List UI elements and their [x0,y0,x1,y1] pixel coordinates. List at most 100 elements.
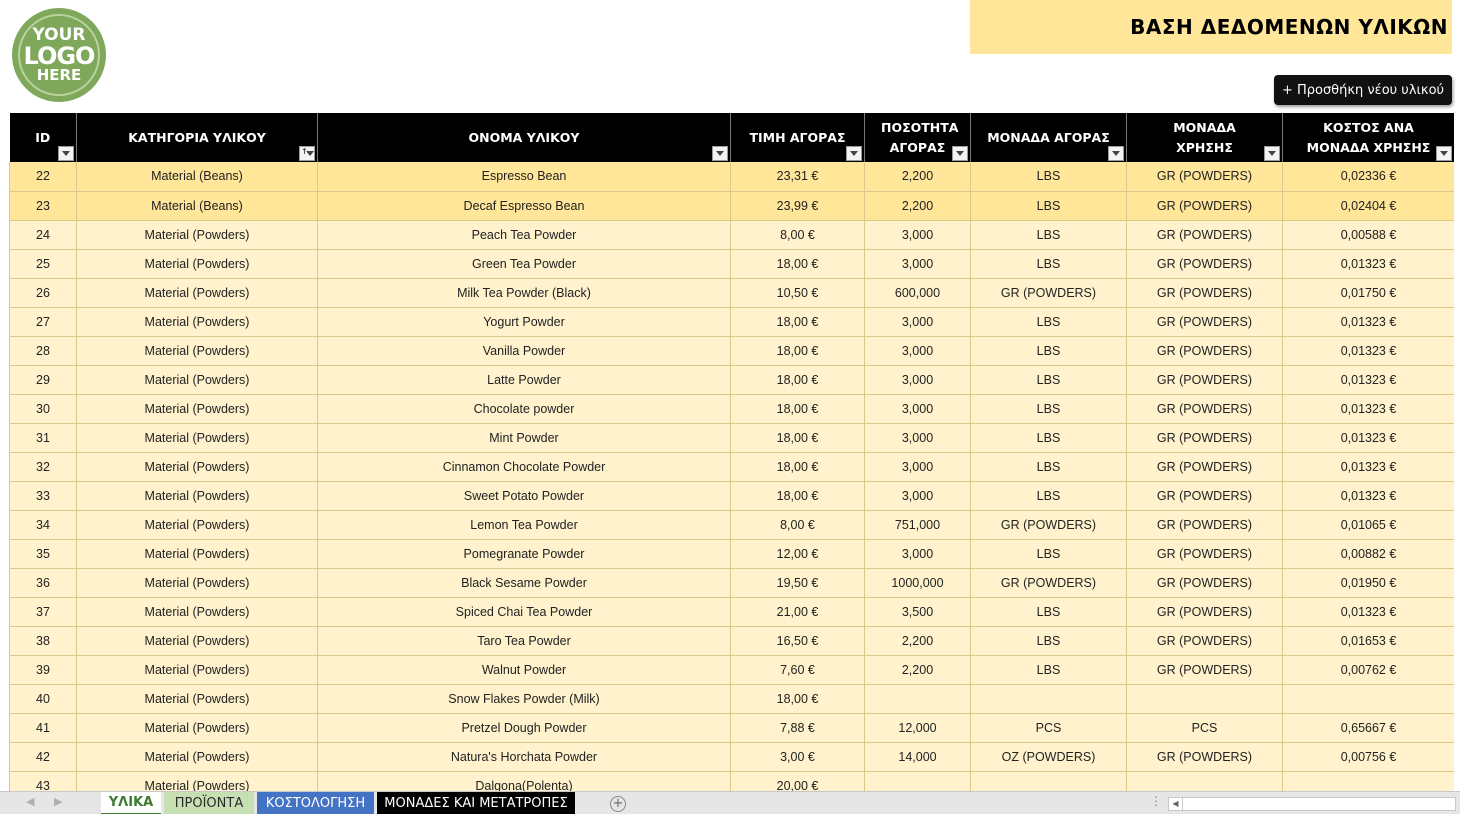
more-options-icon[interactable]: ⋮ [1150,794,1162,808]
cell-usage-unit[interactable]: GR (POWDERS) [1126,365,1283,395]
cell-purchase-quantity[interactable]: 3,000 [864,452,971,482]
cell-purchase-unit[interactable]: LBS [970,539,1127,569]
cell-cost-per-unit[interactable]: 0,01950 € [1282,568,1454,598]
cell-purchase-quantity[interactable]: 600,000 [864,278,971,308]
table-row[interactable]: 37 Material (Powders) Spiced Chai Tea Powd… [9,597,1454,627]
filter-dropdown-icon[interactable] [1108,146,1124,161]
cell-purchase-unit[interactable]: GR (POWDERS) [970,568,1127,598]
cell-purchase-price[interactable]: 18,00 € [730,307,865,337]
cell-category[interactable]: Material (Powders) [76,249,318,279]
cell-usage-unit[interactable]: GR (POWDERS) [1126,336,1283,366]
cell-cost-per-unit[interactable]: 0,01323 € [1282,394,1454,424]
cell-purchase-price[interactable]: 18,00 € [730,452,865,482]
table-row[interactable]: 28 Material (Powders) Vanilla Powder 18,00 … [9,336,1454,366]
cell-name[interactable]: Vanilla Powder [317,336,731,366]
cell-category[interactable]: Material (Powders) [76,423,318,453]
cell-name[interactable]: Black Sesame Powder [317,568,731,598]
table-row[interactable]: 22 Material (Beans) Espresso Bean 23,31 €2,… [9,162,1454,192]
cell-usage-unit[interactable]: GR (POWDERS) [1126,191,1283,221]
cell-id[interactable]: 25 [9,249,77,279]
cell-usage-unit[interactable]: GR (POWDERS) [1126,423,1283,453]
cell-purchase-price[interactable]: 8,00 € [730,510,865,540]
table-row[interactable]: 29 Material (Powders) Latte Powder 18,00 €3… [9,365,1454,395]
column-header-purchase-quantity[interactable]: ΠΟΣΟΤΗΤΑ ΑΓΟΡΑΣ [864,113,971,162]
cell-purchase-quantity[interactable]: 751,000 [864,510,971,540]
cell-purchase-unit[interactable]: LBS [970,597,1127,627]
cell-category[interactable]: Material (Beans) [76,162,318,192]
cell-purchase-price[interactable]: 23,31 € [730,162,865,192]
cell-purchase-price[interactable]: 7,88 € [730,713,865,743]
table-row[interactable]: 35 Material (Powders) Pomegranate Powder 12… [9,539,1454,569]
cell-purchase-quantity[interactable] [864,684,971,714]
filter-dropdown-icon[interactable] [1264,146,1280,161]
table-row[interactable]: 40 Material (Powders) Snow Flakes Powder (… [9,684,1454,714]
cell-id[interactable]: 39 [9,655,77,685]
cell-purchase-price[interactable]: 10,50 € [730,278,865,308]
cell-category[interactable]: Material (Powders) [76,365,318,395]
cell-purchase-price[interactable]: 18,00 € [730,365,865,395]
table-row[interactable]: 33 Material (Powders) Sweet Potato Powder 1… [9,481,1454,511]
cell-category[interactable]: Material (Powders) [76,626,318,656]
cell-cost-per-unit[interactable]: 0,02336 € [1282,162,1454,192]
cell-usage-unit[interactable]: GR (POWDERS) [1126,452,1283,482]
cell-cost-per-unit[interactable]: 0,00882 € [1282,539,1454,569]
tab-ylika[interactable]: ΥΛΙΚΑ [101,792,161,814]
cell-cost-per-unit[interactable]: 0,01323 € [1282,365,1454,395]
table-row[interactable]: 30 Material (Powders) Chocolate powder 18,0… [9,394,1454,424]
cell-name[interactable]: Spiced Chai Tea Powder [317,597,731,627]
cell-purchase-quantity[interactable]: 2,200 [864,162,971,192]
cell-id[interactable]: 29 [9,365,77,395]
cell-purchase-unit[interactable]: LBS [970,626,1127,656]
cell-name[interactable]: Lemon Tea Powder [317,510,731,540]
cell-name[interactable]: Decaf Espresso Bean [317,191,731,221]
cell-name[interactable]: Mint Powder [317,423,731,453]
sort-filter-icon[interactable] [299,146,315,161]
cell-purchase-price[interactable]: 12,00 € [730,539,865,569]
cell-cost-per-unit[interactable]: 0,01750 € [1282,278,1454,308]
cell-category[interactable]: Material (Powders) [76,713,318,743]
cell-category[interactable]: Material (Powders) [76,278,318,308]
cell-cost-per-unit[interactable]: 0,01323 € [1282,597,1454,627]
cell-cost-per-unit[interactable] [1282,684,1454,714]
cell-cost-per-unit[interactable]: 0,01323 € [1282,423,1454,453]
cell-category[interactable]: Material (Powders) [76,655,318,685]
column-header-usage-unit[interactable]: ΜΟΝΑΔΑ ΧΡΗΣΗΣ [1126,113,1283,162]
cell-usage-unit[interactable]: GR (POWDERS) [1126,481,1283,511]
table-row[interactable]: 39 Material (Powders) Walnut Powder 7,60 €2… [9,655,1454,685]
table-row[interactable]: 36 Material (Powders) Black Sesame Powder 1… [9,568,1454,598]
cell-usage-unit[interactable]: GR (POWDERS) [1126,742,1283,772]
cell-purchase-unit[interactable]: PCS [970,713,1127,743]
cell-purchase-price[interactable]: 21,00 € [730,597,865,627]
cell-category[interactable]: Material (Powders) [76,597,318,627]
cell-purchase-unit[interactable]: LBS [970,655,1127,685]
cell-name[interactable]: Pretzel Dough Powder [317,713,731,743]
cell-purchase-unit[interactable]: OZ (POWDERS) [970,742,1127,772]
cell-category[interactable]: Material (Powders) [76,742,318,772]
table-row[interactable]: 23 Material (Beans) Decaf Espresso Bean 23,… [9,191,1454,221]
cell-id[interactable]: 42 [9,742,77,772]
cell-purchase-quantity[interactable]: 3,000 [864,394,971,424]
cell-name[interactable]: Pomegranate Powder [317,539,731,569]
cell-purchase-unit[interactable]: LBS [970,220,1127,250]
cell-id[interactable]: 40 [9,684,77,714]
cell-category[interactable]: Material (Powders) [76,510,318,540]
cell-id[interactable]: 34 [9,510,77,540]
table-row[interactable]: 25 Material (Powders) Green Tea Powder 18,0… [9,249,1454,279]
cell-purchase-unit[interactable]: LBS [970,191,1127,221]
cell-purchase-price[interactable]: 18,00 € [730,481,865,511]
cell-name[interactable]: Milk Tea Powder (Black) [317,278,731,308]
cell-name[interactable]: Dalgona(Polenta) [317,771,731,791]
cell-name[interactable]: Walnut Powder [317,655,731,685]
filter-dropdown-icon[interactable] [712,146,728,161]
cell-usage-unit[interactable]: GR (POWDERS) [1126,597,1283,627]
cell-id[interactable]: 30 [9,394,77,424]
scroll-left-icon[interactable]: ◀ [1169,798,1183,810]
cell-purchase-price[interactable]: 23,99 € [730,191,865,221]
cell-purchase-unit[interactable]: GR (POWDERS) [970,278,1127,308]
cell-usage-unit[interactable] [1126,771,1283,791]
cell-purchase-quantity[interactable]: 1000,000 [864,568,971,598]
cell-category[interactable]: Material (Powders) [76,336,318,366]
cell-purchase-unit[interactable]: LBS [970,336,1127,366]
cell-purchase-price[interactable]: 18,00 € [730,336,865,366]
table-row[interactable]: 42 Material (Powders) Natura's Horchata Po… [9,742,1454,772]
